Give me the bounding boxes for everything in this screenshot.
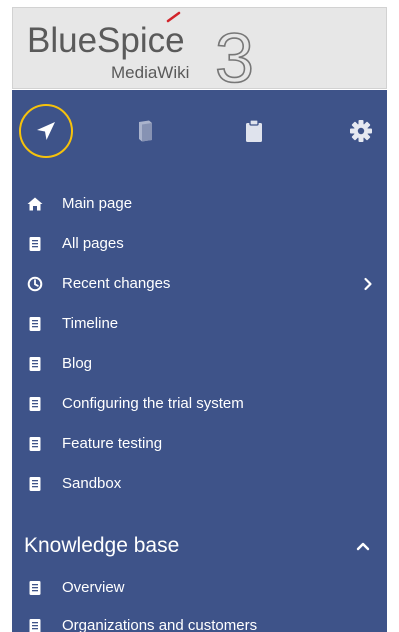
page-icon	[29, 619, 41, 632]
nav-item-label: Blog	[62, 355, 93, 372]
nav-item-label: Overview	[62, 579, 125, 596]
nav-item-feature-testing[interactable]: Feature testing	[12, 426, 387, 462]
chevron-right-icon[interactable]	[363, 277, 373, 291]
nav-item-label: Sandbox	[62, 475, 122, 492]
nav-item-blog[interactable]: Blog	[12, 346, 387, 382]
logo-accent-mark	[166, 11, 181, 23]
sidebar-page: BlueSpice MediaWiki 3 Main page All page…	[0, 0, 399, 632]
nav-item-label: Feature testing	[62, 435, 163, 452]
tab-books[interactable]	[118, 104, 172, 158]
gear-icon	[350, 120, 372, 142]
clock-icon	[27, 276, 43, 292]
logo-sub: MediaWiki	[111, 63, 189, 82]
active-tab-highlight	[19, 104, 73, 158]
page-icon	[29, 237, 41, 251]
section-title-knowledge-base[interactable]: Knowledge base	[24, 533, 179, 559]
nav-item-configuring-trial-system[interactable]: Configuring the trial system	[12, 386, 387, 422]
bluespice-logo[interactable]: BlueSpice MediaWiki 3	[12, 7, 387, 90]
sidebar-tab-bar	[12, 90, 387, 170]
tab-clipboard[interactable]	[227, 104, 281, 158]
navigation-panel: Main page All pages Recent changes Timel…	[12, 90, 387, 632]
nav-item-label: Recent changes	[62, 275, 171, 292]
page-icon	[29, 317, 41, 331]
page-icon	[29, 437, 41, 451]
logo-version: 3	[215, 19, 254, 90]
page-icon	[29, 397, 41, 411]
page-icon	[29, 477, 41, 491]
nav-item-timeline[interactable]: Timeline	[12, 306, 387, 342]
nav-item-main-page[interactable]: Main page	[12, 186, 387, 222]
tab-settings[interactable]	[334, 104, 387, 158]
page-icon	[29, 581, 41, 595]
logo-graphic: BlueSpice MediaWiki 3	[27, 11, 255, 90]
nav-item-label: Configuring the trial system	[62, 395, 244, 412]
chevron-up-icon[interactable]	[355, 540, 371, 552]
tab-navigation[interactable]	[19, 104, 73, 158]
nav-item-organizations-customers[interactable]: Organizations and customers	[12, 608, 387, 632]
nav-item-overview[interactable]: Overview	[12, 570, 387, 606]
logo-brand: BlueSpice	[27, 21, 185, 60]
nav-item-all-pages[interactable]: All pages	[12, 226, 387, 262]
home-icon	[27, 197, 43, 211]
nav-item-sandbox[interactable]: Sandbox	[12, 466, 387, 502]
nav-item-recent-changes[interactable]: Recent changes	[12, 266, 387, 302]
nav-item-label: Organizations and customers	[62, 617, 258, 632]
nav-item-label: All pages	[62, 235, 124, 252]
nav-item-label: Timeline	[62, 315, 119, 332]
page-icon	[29, 357, 41, 371]
book-icon	[139, 120, 152, 142]
clipboard-icon	[246, 119, 262, 142]
nav-item-label: Main page	[62, 195, 133, 212]
